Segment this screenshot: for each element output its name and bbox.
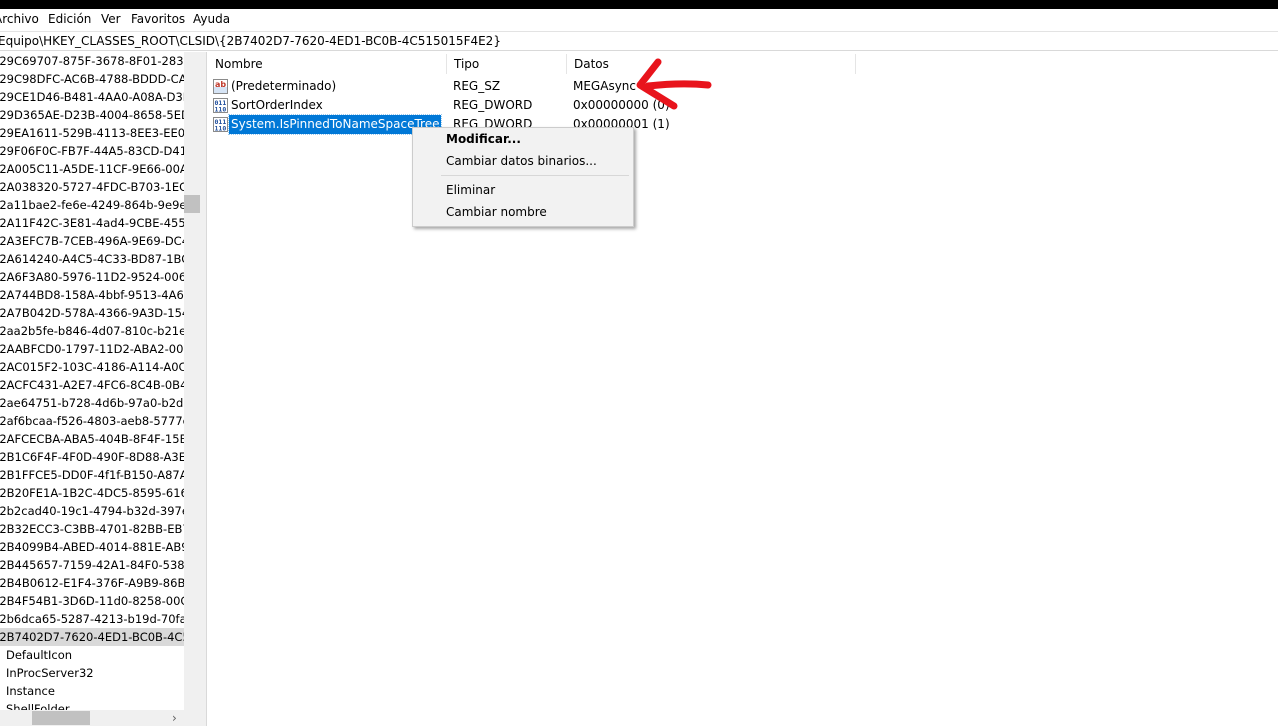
tree-item[interactable]: {29F06F0C-FB7F-44A5-83CD-D41705I (0, 142, 200, 160)
tree-item[interactable]: {2B1C6F4F-4F0D-490F-8D88-A3EAF6 (0, 448, 200, 466)
svg-text:110: 110 (215, 106, 227, 114)
address-bar[interactable]: Equipo\HKEY_CLASSES_ROOT\CLSID\{2B7402D7… (0, 31, 1278, 51)
tree-item[interactable]: {2af6bcaa-f526-4803-aeb8-5777ce38 (0, 412, 200, 430)
tree-item[interactable]: {29C69707-875F-3678-8F01-283094A2 (0, 52, 200, 70)
column-header-data[interactable]: Datos (574, 57, 609, 71)
context-menu: Modificar... Cambiar datos binarios... E… (412, 127, 634, 227)
tree-item[interactable]: {29D365AE-D23B-4004-8658-5ED2A5 (0, 106, 200, 124)
menu-item-modify[interactable]: Modificar... (446, 132, 521, 146)
tree-item[interactable]: {2A6F3A80-5976-11D2-9524-0060081 (0, 268, 200, 286)
value-name: SortOrderIndex (231, 98, 323, 112)
tree-item[interactable]: {2A7B042D-578A-4366-9A3D-154C04 (0, 304, 200, 322)
menu-item-modify-binary[interactable]: Cambiar datos binarios... (446, 154, 597, 168)
tree-item[interactable]: {2AABFCD0-1797-11D2-ABA2-00C04 (0, 340, 200, 358)
binary-value-icon: 011 110 (213, 98, 228, 113)
tree-item[interactable]: {2A038320-5727-4FDC-B703-1EC222C (0, 178, 200, 196)
tree-subkey[interactable]: InProcServer32 (6, 664, 94, 682)
menu-ver[interactable]: Ver (101, 12, 121, 26)
tree-item[interactable]: {29EA1611-529B-4113-8EE3-EE0F6DD (0, 124, 200, 142)
column-divider[interactable] (855, 54, 856, 74)
menu-item-delete[interactable]: Eliminar (446, 183, 495, 197)
value-name: (Predeterminado) (231, 79, 337, 93)
tree-subkey[interactable]: Instance (6, 682, 55, 700)
tree-horizontal-scrollbar[interactable]: › (0, 710, 184, 726)
menu-item-rename[interactable]: Cambiar nombre (446, 205, 547, 219)
column-header-name[interactable]: Nombre (215, 57, 263, 71)
scroll-right-icon[interactable]: › (172, 710, 177, 726)
svg-text:ab: ab (215, 80, 226, 89)
values-list: Nombre Tipo Datos ab (Predeterminado) RE… (207, 52, 1278, 726)
tree-item[interactable]: {2B1FFCE5-DD0F-4f1f-B150-A87AE69 (0, 466, 200, 484)
menu-bar: Archivo Edición Ver Favoritos Ayuda (0, 9, 1278, 31)
tree-item[interactable]: {2ae64751-b728-4d6b-97a0-b2da2e7 (0, 394, 200, 412)
list-header: Nombre Tipo Datos (207, 52, 857, 76)
value-name: System.IsPinnedToNameSpaceTree (227, 114, 443, 135)
red-arrow-icon (636, 58, 712, 110)
tree-item[interactable]: {2AFCECBA-ABA5-404B-8F4F-15BEC (0, 430, 200, 448)
tree-item[interactable]: {2B4099B4-ABED-4014-881E-AB96D7 (0, 538, 200, 556)
tree-vertical-scrollbar[interactable] (184, 52, 200, 710)
menu-separator (441, 175, 629, 176)
tree-item[interactable]: {2ACFC431-A2E7-4FC6-8C4B-0B4BD2 (0, 376, 200, 394)
scroll-corner (184, 710, 200, 726)
menu-favoritos[interactable]: Favoritos (131, 12, 185, 26)
pane-splitter[interactable] (200, 52, 207, 726)
string-value-icon: ab (213, 79, 228, 94)
tree-scroll-thumb[interactable] (184, 195, 200, 213)
svg-text:110: 110 (215, 125, 227, 133)
tree-item[interactable]: {2A744BD8-158A-4bbf-9513-4A656F (0, 286, 200, 304)
tree-item[interactable]: {2b6dca65-5287-4213-b19d-70fa9807 (0, 610, 200, 628)
menu-ayuda[interactable]: Ayuda (193, 12, 230, 26)
address-path[interactable]: Equipo\HKEY_CLASSES_ROOT\CLSID\{2B7402D7… (0, 34, 501, 48)
value-type: REG_DWORD (453, 98, 533, 112)
tree-item[interactable]: {29CE1D46-B481-4AA0-A08A-D3EBC (0, 88, 200, 106)
tree-item[interactable]: {2AC015F2-103C-4186-A114-A0C70A (0, 358, 200, 376)
tree-item[interactable]: {2A005C11-A5DE-11CF-9E66-00AA00 (0, 160, 200, 178)
tree-item[interactable]: {2B445657-7159-42A1-84F0-538E82EE (0, 556, 200, 574)
column-divider[interactable] (566, 54, 567, 74)
value-type: REG_SZ (453, 79, 501, 93)
menu-edicion[interactable]: Edición (48, 12, 91, 26)
tree-item[interactable]: {2b2cad40-19c1-4794-b32d-397e41d (0, 502, 200, 520)
column-divider[interactable] (446, 54, 447, 74)
tree-item-selected[interactable]: {2B7402D7-7620-4ED1-BC0B-4C51501 (0, 628, 200, 646)
tree-hscroll-thumb[interactable] (32, 711, 90, 725)
binary-value-icon: 011 110 (213, 117, 228, 132)
title-bar (0, 0, 1278, 9)
menu-archivo[interactable]: Archivo (0, 12, 39, 26)
tree-item[interactable]: {2aa2b5fe-b846-4d07-810c-b21ee453 (0, 322, 200, 340)
tree-item[interactable]: {2B32ECC3-C3BB-4701-82BB-EB7FE3 (0, 520, 200, 538)
tree-subkey[interactable]: DefaultIcon (6, 646, 72, 664)
tree-item[interactable]: {2a11bae2-fe6e-4249-864b-9e9ed6e8 (0, 196, 200, 214)
tree-item[interactable]: {2A11F42C-3E81-4ad4-9CBE-45579D (0, 214, 200, 232)
tree-item[interactable]: {2A614240-A4C5-4C33-BD87-1BC709 (0, 250, 200, 268)
tree-item[interactable]: {2B4B0612-E1F4-376F-A9B9-86BA3F7 (0, 574, 200, 592)
tree-item[interactable]: {2A3EFC7B-7CEB-496A-9E69-DC40AI (0, 232, 200, 250)
tree-item[interactable]: {2B4F54B1-3D6D-11d0-8258-00C04FD (0, 592, 200, 610)
tree-item[interactable]: {29C98DFC-AC6B-4788-BDDD-CA41E (0, 70, 200, 88)
value-data: MEGAsync (573, 79, 636, 93)
column-header-type[interactable]: Tipo (454, 57, 479, 71)
key-tree: {29C69707-875F-3678-8F01-283094A2{29C98D… (0, 52, 200, 726)
tree-item[interactable]: {2B20FE1A-1B2C-4DC5-8595-616B0E (0, 484, 200, 502)
